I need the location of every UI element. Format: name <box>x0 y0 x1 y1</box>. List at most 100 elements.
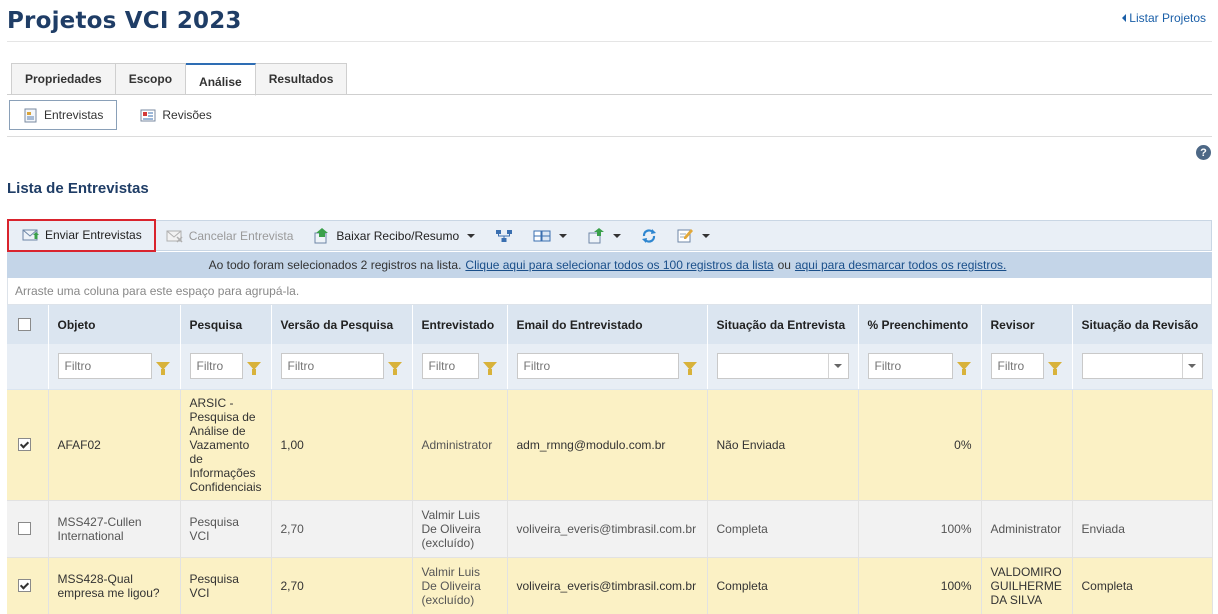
layout-grid-icon <box>533 230 551 241</box>
cell-email: voliveira_everis@timbrasil.com.br <box>507 557 708 614</box>
filter-icon[interactable] <box>1047 362 1062 376</box>
cell-objeto: AFAF02 <box>48 389 181 501</box>
chevron-down-icon <box>559 233 568 238</box>
cancel-interview-label: Cancelar Entrevista <box>188 228 294 243</box>
chevron-down-icon <box>467 233 476 238</box>
filter-dropdown-situacao-revisao[interactable] <box>1081 353 1203 380</box>
cancel-interview-button[interactable]: Cancelar Entrevista <box>156 221 304 250</box>
chevron-down-icon <box>1188 364 1196 369</box>
subtab-revisoes[interactable]: Revisões <box>127 100 224 130</box>
interviews-grid: Objeto Pesquisa Versão da Pesquisa Entre… <box>7 305 1213 614</box>
filter-cell-situacao <box>707 344 859 390</box>
cell-email: voliveira_everis@timbrasil.com.br <box>507 500 708 558</box>
column-header-pesquisa[interactable]: Pesquisa <box>180 305 272 344</box>
filter-cell-pesquisa <box>180 344 272 390</box>
cell-situacao-revisao: Enviada <box>1072 500 1213 558</box>
refresh-button[interactable] <box>631 221 667 250</box>
select-all-link[interactable]: Clique aqui para selecionar todos os 100… <box>465 258 773 272</box>
column-header-entrevistado[interactable]: Entrevistado <box>412 305 508 344</box>
select-all-header[interactable] <box>7 305 49 344</box>
column-header-situacao-revisao[interactable]: Situação da Revisão <box>1072 305 1213 344</box>
filter-input-entrevistado[interactable] <box>421 353 479 380</box>
table-row[interactable]: AFAF02 ARSIC - Pesquisa de Análise de Va… <box>7 389 1213 501</box>
dropdown-button[interactable] <box>1181 354 1202 379</box>
tab-analise[interactable]: Análise <box>186 63 256 96</box>
filter-icon[interactable] <box>482 362 497 376</box>
list-projects-link[interactable]: Listar Projetos <box>1122 11 1206 25</box>
send-interviews-button[interactable]: Enviar Entrevistas <box>7 218 156 252</box>
list-projects-label: Listar Projetos <box>1129 11 1206 25</box>
filter-input-email[interactable] <box>516 353 679 380</box>
download-receipt-label: Baixar Recibo/Resumo <box>336 228 460 243</box>
tab-resultados[interactable]: Resultados <box>255 63 348 95</box>
edit-button[interactable] <box>667 221 720 250</box>
filter-cell-preenchimento <box>858 344 982 390</box>
column-header-revisor[interactable]: Revisor <box>981 305 1073 344</box>
cell-situacao: Não Enviada <box>707 389 859 501</box>
cell-entrevistado: Administrator <box>412 389 508 501</box>
grid-header-row: Objeto Pesquisa Versão da Pesquisa Entre… <box>7 305 1213 344</box>
filter-input-versao[interactable] <box>280 353 384 380</box>
group-drop-area[interactable]: Arraste uma coluna para este espaço para… <box>7 278 1212 305</box>
sub-tabs: Entrevistas Revisões <box>9 100 225 130</box>
cell-preenchimento: 100% <box>858 500 982 558</box>
export-button[interactable] <box>577 221 631 250</box>
page-title: Projetos VCI 2023 <box>7 8 242 34</box>
table-row[interactable]: MSS428-Qual empresa me ligou? Pesquisa V… <box>7 557 1213 614</box>
filter-cell-revisor <box>981 344 1073 390</box>
selection-count-text: Ao todo foram selecionados 2 registros n… <box>208 258 462 272</box>
edit-icon <box>677 229 694 243</box>
reviews-icon <box>140 109 156 121</box>
filter-cell-situacao-revisao <box>1072 344 1213 390</box>
column-header-email[interactable]: Email do Entrevistado <box>507 305 708 344</box>
row-checkbox[interactable] <box>18 579 31 592</box>
filter-icon[interactable] <box>956 362 971 376</box>
row-select-cell <box>7 557 49 614</box>
cell-revisor <box>981 389 1073 501</box>
selection-info-bar: Ao todo foram selecionados 2 registros n… <box>7 252 1212 278</box>
layout-button[interactable] <box>523 221 577 250</box>
section-title: Lista de Entrevistas <box>7 180 149 197</box>
filter-input-pesquisa[interactable] <box>189 353 243 380</box>
subtab-entrevistas[interactable]: Entrevistas <box>9 100 118 130</box>
tab-propriedades[interactable]: Propriedades <box>11 63 116 95</box>
tab-escopo[interactable]: Escopo <box>115 63 187 95</box>
filter-icon[interactable] <box>682 362 697 376</box>
chevron-left-icon <box>1122 14 1127 22</box>
column-header-preenchimento[interactable]: % Preenchimento <box>858 305 982 344</box>
cell-pesquisa: Pesquisa VCI <box>180 500 272 558</box>
filter-icon[interactable] <box>387 362 402 376</box>
column-header-situacao[interactable]: Situação da Entrevista <box>707 305 859 344</box>
deselect-all-link[interactable]: aqui para desmarcar todos os registros. <box>795 258 1006 272</box>
filter-cell-empty <box>7 344 49 390</box>
filter-input-objeto[interactable] <box>57 353 152 380</box>
cell-preenchimento: 0% <box>858 389 982 501</box>
download-receipt-button[interactable]: Baixar Recibo/Resumo <box>303 221 485 250</box>
cell-objeto: MSS427-Cullen International <box>48 500 181 558</box>
cell-versao: 1,00 <box>271 389 413 501</box>
export-icon <box>588 227 605 243</box>
row-checkbox[interactable] <box>18 438 31 451</box>
subtab-divider <box>7 136 1212 137</box>
hierarchy-button[interactable] <box>485 221 523 250</box>
row-checkbox[interactable] <box>18 522 31 535</box>
chevron-down-icon <box>702 233 711 238</box>
help-icon[interactable]: ? <box>1196 145 1211 160</box>
filter-row <box>7 344 1213 390</box>
selection-or-text: ou <box>777 258 791 272</box>
select-all-checkbox[interactable] <box>18 318 31 331</box>
filter-icon[interactable] <box>246 362 261 376</box>
column-header-objeto[interactable]: Objeto <box>48 305 181 344</box>
send-mail-icon <box>22 229 39 241</box>
dropdown-button[interactable] <box>827 354 848 379</box>
subtab-entrevistas-label: Entrevistas <box>44 108 104 122</box>
filter-input-revisor[interactable] <box>990 353 1044 380</box>
cell-versao: 2,70 <box>271 500 413 558</box>
column-header-versao[interactable]: Versão da Pesquisa <box>271 305 413 344</box>
table-row[interactable]: MSS427-Cullen International Pesquisa VCI… <box>7 500 1213 558</box>
row-select-cell <box>7 500 49 558</box>
filter-icon[interactable] <box>155 362 170 376</box>
filter-dropdown-situacao[interactable] <box>716 353 849 380</box>
send-interviews-label: Enviar Entrevistas <box>45 228 142 242</box>
filter-input-preenchimento[interactable] <box>867 353 953 380</box>
